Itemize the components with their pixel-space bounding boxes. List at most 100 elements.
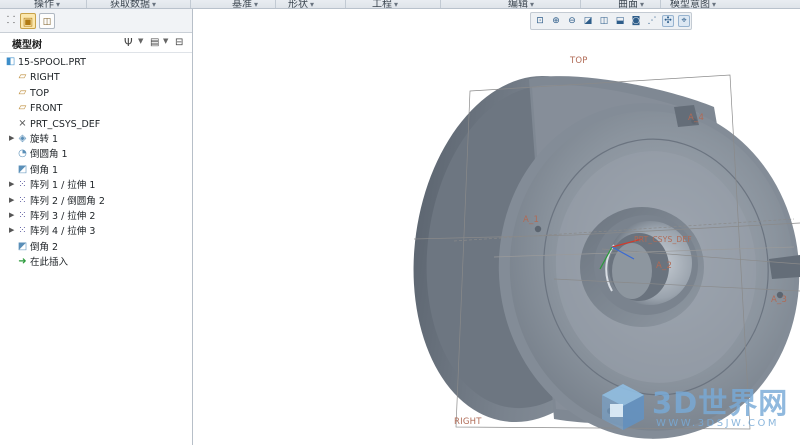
tree-settings-icon[interactable]: Ψ [124, 36, 133, 49]
datum-label-top[interactable]: TOP [570, 56, 588, 66]
tree-item-right[interactable]: ▱ RIGHT [0, 71, 192, 86]
tree-item-label: 倒圆角 1 [30, 149, 68, 161]
datum-label-a1[interactable]: A_1 [523, 215, 539, 225]
ribbon-group-label: 编辑 [508, 0, 528, 9]
spool-hub [580, 207, 704, 327]
ribbon-group-label: 模型意图 [670, 0, 710, 9]
graphics-window[interactable]: TOP RIGHT A_1 A_2 A_3 A_4 PRT_CSYS_DEF ⊡… [194, 9, 800, 445]
watermark-logo: 3D世界网 WWW.3DSJW.COM [596, 378, 796, 442]
datum-label-a3[interactable]: A_3 [771, 295, 787, 305]
repaint-icon[interactable]: ◪ [582, 15, 594, 27]
ribbon-divider [345, 0, 346, 8]
expand-arrow-icon[interactable]: ▶ [9, 196, 14, 204]
graphics-view-toolbar: ⊡ ⊕ ⊖ ◪ ◫ ⬓ ◙ ⋰ ✣ ⌖ [530, 12, 692, 30]
chevron-down-icon: ▾ [530, 0, 535, 9]
tree-item-front[interactable]: ▱ FRONT [0, 102, 192, 117]
annotation-display-icon[interactable]: ⌖ [678, 15, 690, 27]
creo-window: 操作 ▾ 获取数据 ▾ 基准 ▾ 形状 ▾ 工程 ▾ 编辑 ▾ 曲面 ▾ 模型意图 ▾ ⸬ ▣ … [0, 0, 800, 445]
tree-item-label: 阵列 1 / 拉伸 1 [30, 180, 96, 192]
ribbon-group-operations[interactable]: 操作 ▾ [34, 0, 60, 9]
ribbon-group-bar: 操作 ▾ 获取数据 ▾ 基准 ▾ 形状 ▾ 工程 ▾ 编辑 ▾ 曲面 ▾ 模型意图 ▾ [0, 0, 800, 9]
tree-item-top[interactable]: ▱ TOP [0, 87, 192, 102]
tree-item-label: TOP [30, 87, 50, 99]
ribbon-group-engineering[interactable]: 工程 ▾ [372, 0, 399, 9]
tree-item-pattern-3[interactable]: ▶ ⁙ 阵列 3 / 拉伸 2 [0, 210, 192, 225]
pattern-icon: ⁙ [18, 194, 27, 206]
tree-item-insert-here[interactable]: ➜ 在此插入 [0, 256, 192, 271]
ribbon-divider [86, 0, 87, 8]
ribbon-group-label: 操作 [34, 0, 54, 9]
view-manager-icon[interactable]: ◫ [598, 15, 610, 27]
folder-browser-icon[interactable]: ▣ [20, 13, 36, 29]
pattern-icon: ⁙ [18, 210, 27, 221]
model-tree-header: 模型树 Ψ ▼ ▤ ▼ ⊟ [0, 33, 192, 53]
chamfer-icon: ◩ [17, 240, 28, 252]
datum-label-a4[interactable]: A_4 [688, 113, 704, 123]
ribbon-divider [275, 0, 276, 8]
ribbon-group-get-data[interactable]: 获取数据 ▾ [110, 0, 156, 9]
pattern-icon: ⁙ [18, 225, 27, 237]
datum-label-right[interactable]: RIGHT [454, 417, 482, 427]
saved-orientations-icon[interactable]: ⬓ [614, 15, 626, 27]
ribbon-group-label: 获取数据 [110, 0, 150, 9]
expand-arrow-icon[interactable]: ▶ [9, 180, 14, 188]
tree-item-label: 阵列 2 / 倒圆角 2 [30, 195, 105, 207]
tree-item-part[interactable]: ◧ 15-SPOOL.PRT [0, 56, 192, 71]
watermark-text: 3D世界网 [652, 386, 789, 420]
spin-center-icon[interactable]: ✣ [662, 15, 674, 27]
chevron-down-icon[interactable]: ▼ [163, 37, 168, 45]
tree-item-pattern-4[interactable]: ▶ ⁙ 阵列 4 / 拉伸 3 [0, 225, 192, 240]
datum-label-a2[interactable]: A_2 [656, 261, 672, 271]
ribbon-group-label: 工程 [372, 0, 392, 9]
round-icon: ◔ [18, 148, 27, 160]
zoom-out-icon[interactable]: ⊖ [566, 15, 578, 27]
datum-display-icon[interactable]: ⋰ [646, 15, 658, 27]
favorites-icon[interactable]: ◫ [39, 13, 55, 29]
pattern-icon: ⁙ [18, 179, 27, 191]
tree-item-round-1[interactable]: ◔ 倒圆角 1 [0, 148, 192, 163]
expand-arrow-icon[interactable]: ▶ [9, 226, 14, 234]
expand-arrow-icon[interactable]: ▶ [9, 211, 14, 219]
tree-item-chamfer-1[interactable]: ◩ 倒角 1 [0, 164, 192, 179]
zoom-in-icon[interactable]: ⊕ [550, 15, 562, 27]
ribbon-group-editing[interactable]: 编辑 ▾ [508, 0, 535, 9]
tree-item-pattern-1[interactable]: ▶ ⁙ 阵列 1 / 拉伸 1 [0, 179, 192, 194]
datum-plane-icon: ▱ [18, 71, 27, 83]
ribbon-group-surfaces[interactable]: 曲面 ▾ [618, 0, 645, 9]
ribbon-group-label: 曲面 [618, 0, 638, 9]
coordinate-system-icon: ⨯ [18, 117, 27, 129]
chevron-down-icon: ▾ [640, 0, 645, 9]
ribbon-group-model-intent[interactable]: 模型意图 ▾ [670, 0, 716, 9]
ribbon-divider [190, 0, 191, 8]
refit-icon[interactable]: ⊡ [534, 15, 546, 27]
tree-show-icon[interactable]: ▤ [150, 36, 159, 49]
tree-item-label: PRT_CSYS_DEF [30, 118, 101, 130]
tree-columns-icon[interactable]: ⊟ [175, 36, 183, 49]
model-tree-tab-icon[interactable]: ⸬ [3, 13, 19, 29]
display-style-icon[interactable]: ◙ [630, 15, 642, 27]
ribbon-divider [440, 0, 441, 8]
chevron-down-icon[interactable]: ▼ [138, 37, 143, 45]
tree-item-label: FRONT [30, 103, 63, 115]
watermark-cube-icon [602, 384, 644, 430]
chevron-down-icon: ▾ [254, 0, 259, 9]
ribbon-group-shapes[interactable]: 形状 ▾ [288, 0, 315, 9]
tree-item-label: 倒角 2 [30, 241, 59, 253]
tree-item-csys[interactable]: ⨯ PRT_CSYS_DEF [0, 118, 192, 133]
tree-item-chamfer-2[interactable]: ◩ 倒角 2 [0, 241, 192, 256]
tree-item-revolve[interactable]: ▶ ◈ 旋转 1 [0, 133, 192, 148]
chevron-down-icon: ▾ [394, 0, 399, 9]
ribbon-group-label: 形状 [288, 0, 308, 9]
tree-item-label: 旋转 1 [30, 134, 59, 145]
part-icon: ◧ [5, 56, 16, 67]
tree-item-label: 15-SPOOL.PRT [18, 57, 86, 68]
datum-label-csys[interactable]: PRT_CSYS_DEF [634, 235, 692, 244]
expand-arrow-icon[interactable]: ▶ [9, 134, 14, 142]
tree-item-label: 倒角 1 [30, 164, 59, 176]
navigator-tab-strip: ⸬ ▣ ◫ [0, 9, 192, 33]
chevron-down-icon: ▾ [310, 0, 315, 9]
chamfer-icon: ◩ [17, 163, 28, 175]
tree-item-pattern-2[interactable]: ▶ ⁙ 阵列 2 / 倒圆角 2 [0, 195, 192, 210]
ribbon-group-datum[interactable]: 基准 ▾ [232, 0, 259, 9]
tree-title: 模型树 [12, 40, 42, 51]
